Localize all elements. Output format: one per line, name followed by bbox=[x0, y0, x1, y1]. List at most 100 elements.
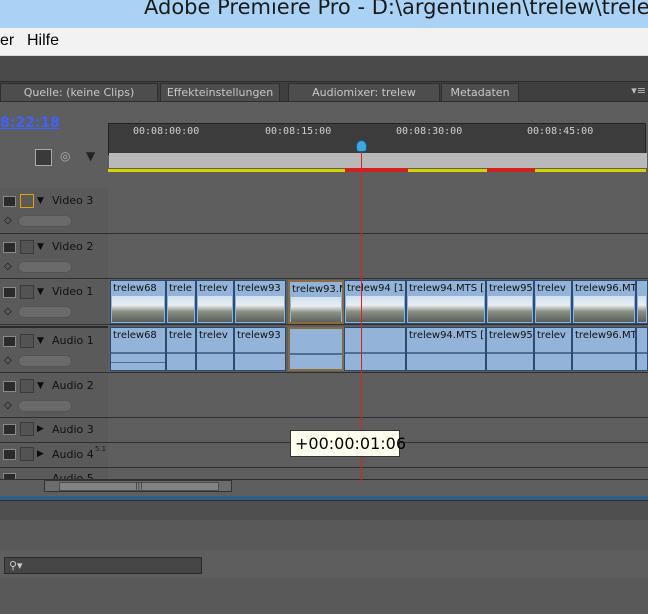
search-input[interactable]: ⚲▾ bbox=[4, 557, 202, 574]
timecode-display[interactable]: 8:22:18 bbox=[0, 115, 60, 131]
toggle-output-icon[interactable] bbox=[3, 196, 16, 207]
audio-clip[interactable] bbox=[636, 327, 648, 371]
toggle-track-output-icon[interactable] bbox=[3, 449, 16, 460]
track-header-audio-3: ▶ Audio 3 bbox=[0, 418, 108, 443]
clip-thumbnail bbox=[291, 297, 341, 322]
video-clip[interactable] bbox=[636, 280, 648, 324]
audio-clip[interactable]: trelew68 bbox=[110, 327, 166, 371]
video-clip-selected[interactable]: trelew93.MT bbox=[288, 280, 344, 324]
audio-clip[interactable]: trelew94.MTS [ bbox=[406, 327, 486, 371]
bottom-panel bbox=[0, 578, 648, 614]
tab-label: Effekteinstellungen bbox=[166, 86, 274, 99]
snap-icon[interactable] bbox=[35, 149, 52, 166]
video-clip[interactable]: trelew94.MTS [ bbox=[406, 280, 486, 324]
audio-clip[interactable]: trelev bbox=[196, 327, 234, 371]
toggle-track-output-icon[interactable] bbox=[3, 473, 16, 479]
menu-item-hilfe[interactable]: Hilfe bbox=[27, 32, 59, 50]
waveform bbox=[487, 352, 533, 354]
clip-thumbnail bbox=[198, 296, 232, 322]
video-clip[interactable]: trelev bbox=[196, 280, 234, 324]
waveform bbox=[111, 362, 165, 363]
toggle-output-icon[interactable] bbox=[3, 242, 16, 253]
surround-channel-icon: 5.1 bbox=[95, 445, 107, 453]
video-clip[interactable]: trelew94 [1 bbox=[344, 280, 406, 324]
window-title: Adobe Premiere Pro - D:\argentinien\trel… bbox=[144, 0, 648, 19]
add-marker-icon[interactable]: ▼ bbox=[86, 149, 103, 166]
video-clip[interactable]: trelew96.MT bbox=[572, 280, 636, 324]
tab-metadata[interactable]: Metadaten bbox=[441, 83, 519, 102]
keyframe-nav[interactable] bbox=[18, 355, 72, 367]
expand-triangle-icon[interactable]: ▼ bbox=[37, 336, 44, 346]
sync-lock-icon[interactable] bbox=[20, 194, 34, 208]
keyframe-icon[interactable]: ◇ bbox=[4, 400, 12, 411]
waveform bbox=[111, 352, 165, 354]
track-name: Audio 3 bbox=[52, 423, 94, 436]
audio-clip-selected[interactable] bbox=[288, 327, 344, 371]
track-area-video-2[interactable] bbox=[108, 234, 648, 279]
toggle-track-output-icon[interactable] bbox=[3, 381, 16, 392]
waveform bbox=[407, 352, 485, 354]
video-clip[interactable]: trelew68 bbox=[110, 280, 166, 324]
track-area-video-1[interactable]: trelew68 trele trelev trelew93 trelew93.… bbox=[108, 279, 648, 325]
audio-clip[interactable]: trelew96.MT bbox=[572, 327, 636, 371]
video-clip[interactable]: trelew95 bbox=[486, 280, 534, 324]
track-area-audio-5[interactable] bbox=[108, 468, 648, 480]
audio-clip[interactable]: trelew95 bbox=[486, 327, 534, 371]
waveform bbox=[235, 352, 285, 354]
track-area-audio-1[interactable]: trelew68 trele trelev trelew93 trelew94.… bbox=[108, 326, 648, 373]
track-area-video-3[interactable] bbox=[108, 188, 648, 234]
keyframe-nav[interactable] bbox=[18, 306, 72, 318]
audio-clip[interactable]: trelew93 bbox=[234, 327, 286, 371]
ruler-label: 00:08:00:00 bbox=[133, 126, 200, 137]
clip-label: trelev bbox=[537, 283, 566, 294]
clip-thumbnail bbox=[236, 296, 284, 322]
expand-triangle-icon[interactable]: ▼ bbox=[37, 242, 44, 252]
toggle-track-output-icon[interactable] bbox=[3, 424, 16, 435]
render-bar bbox=[345, 168, 408, 172]
sync-lock-icon[interactable] bbox=[20, 422, 34, 436]
keyframe-icon[interactable]: ◇ bbox=[4, 306, 12, 317]
keyframe-nav[interactable] bbox=[18, 400, 72, 412]
audio-clip[interactable]: trelev bbox=[534, 327, 572, 371]
keyframe-nav[interactable] bbox=[18, 261, 72, 273]
panel-menu-icon[interactable]: ▾≡ bbox=[631, 84, 646, 97]
clip-thumbnail bbox=[168, 296, 194, 322]
video-clip[interactable]: trelew93 bbox=[234, 280, 286, 324]
scrollbar-thumb[interactable]: ||| bbox=[59, 482, 219, 491]
keyframe-icon[interactable]: ◇ bbox=[4, 355, 12, 366]
time-ruler[interactable]: 00:08:00:00 00:08:15:00 00:08:30:00 00:0… bbox=[108, 123, 647, 168]
playhead-handle-icon[interactable] bbox=[356, 140, 367, 152]
sync-lock-icon[interactable] bbox=[20, 285, 34, 299]
keyframe-nav[interactable] bbox=[18, 215, 72, 227]
expand-triangle-icon[interactable]: ▼ bbox=[37, 287, 44, 297]
keyframe-icon[interactable]: ◇ bbox=[4, 261, 12, 272]
keyframe-icon[interactable]: ◇ bbox=[4, 215, 12, 226]
work-area-bar[interactable] bbox=[109, 153, 647, 168]
sequence-marker-icon[interactable]: ◎ bbox=[60, 149, 77, 166]
panel-tab-bar: Quelle: (keine Clips) Effekteinstellunge… bbox=[0, 81, 648, 102]
track-header-audio-4: ▶ Audio 4 5.1 bbox=[0, 443, 108, 468]
track-name: Video 2 bbox=[52, 240, 94, 253]
sync-lock-icon[interactable] bbox=[20, 447, 34, 461]
sync-lock-icon[interactable] bbox=[20, 379, 34, 393]
tab-source[interactable]: Quelle: (keine Clips) bbox=[0, 83, 158, 102]
track-area-audio-2[interactable] bbox=[108, 373, 648, 418]
horizontal-scrollbar[interactable]: ||| bbox=[44, 480, 232, 492]
clip-label: trelew93.MT bbox=[292, 284, 342, 295]
collapse-triangle-icon[interactable]: ▶ bbox=[37, 449, 44, 459]
audio-clip[interactable] bbox=[344, 327, 406, 371]
sync-lock-icon[interactable] bbox=[20, 240, 34, 254]
expand-triangle-icon[interactable]: ▼ bbox=[37, 381, 44, 391]
sync-lock-icon[interactable] bbox=[20, 334, 34, 348]
audio-clip[interactable]: trele bbox=[166, 327, 196, 371]
toggle-output-icon[interactable] bbox=[3, 287, 16, 298]
menu-item-partial[interactable]: er bbox=[0, 32, 14, 50]
tab-effect-settings[interactable]: Effekteinstellungen bbox=[160, 83, 280, 102]
video-clip[interactable]: trelev bbox=[534, 280, 572, 324]
clip-thumbnail bbox=[536, 296, 570, 322]
toggle-track-output-icon[interactable] bbox=[3, 336, 16, 347]
collapse-triangle-icon[interactable]: ▶ bbox=[37, 424, 44, 434]
tab-audio-mixer[interactable]: Audiomixer: trelew bbox=[288, 83, 440, 102]
expand-triangle-icon[interactable]: ▼ bbox=[37, 196, 44, 206]
video-clip[interactable]: trele bbox=[166, 280, 196, 324]
